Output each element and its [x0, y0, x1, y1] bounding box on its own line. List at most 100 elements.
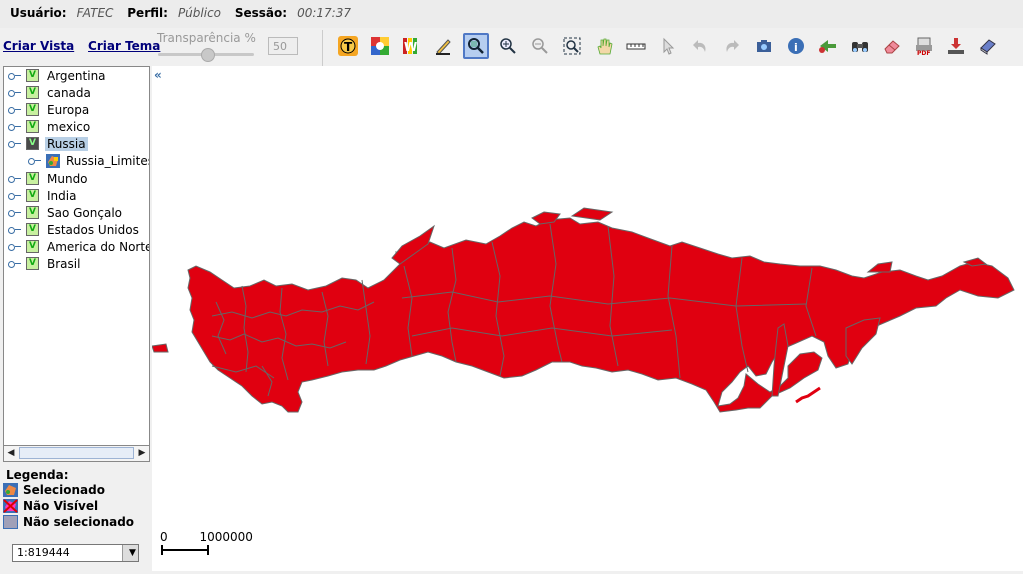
svg-text:W: W [404, 40, 417, 54]
pdf-button[interactable]: PDF [911, 33, 937, 59]
tree-node-label[interactable]: India [45, 189, 78, 203]
tree-node-label[interactable]: America do Norte [45, 240, 149, 254]
visibility-checkbox[interactable]: V [26, 240, 39, 253]
tree-node-label[interactable]: Mundo [45, 172, 90, 186]
tree-node-label[interactable]: mexico [45, 120, 92, 134]
visibility-checkbox[interactable]: V [26, 137, 39, 150]
tree-node-label[interactable]: Russia_Limites [64, 154, 149, 168]
russia-polygon [151, 207, 1015, 413]
tree-horizontal-scrollbar[interactable]: ◀ ▶ [3, 446, 150, 462]
node-connector-icon [8, 259, 21, 269]
create-theme-link[interactable]: Criar Tema [88, 39, 160, 53]
collapse-panel-icon[interactable]: « [154, 68, 162, 82]
download-button[interactable] [943, 33, 969, 59]
zoom-extent-button[interactable] [559, 33, 585, 59]
tree-node-russia[interactable]: V Russia [8, 135, 88, 152]
legend-label: Selecionado [23, 483, 105, 497]
zoom-select-icon [468, 38, 484, 54]
create-view-link[interactable]: Criar Vista [3, 39, 74, 53]
scroll-left-icon[interactable]: ◀ [5, 447, 17, 459]
scroll-thumb[interactable] [19, 447, 134, 459]
snapshot-button[interactable] [751, 33, 777, 59]
chevron-down-icon[interactable]: ▼ [122, 545, 138, 561]
tree-node-mundo[interactable]: V Mundo [8, 170, 90, 187]
visibility-checkbox[interactable]: V [26, 206, 39, 219]
transparency-slider-knob[interactable] [201, 48, 215, 62]
tree-node-label[interactable]: Argentina [45, 69, 108, 83]
map-svg [151, 207, 1015, 413]
profile-label: Perfil: [127, 6, 168, 20]
draw-button[interactable] [431, 33, 457, 59]
scroll-right-icon[interactable]: ▶ [136, 447, 148, 459]
svg-text:PDF: PDF [917, 50, 930, 56]
visibility-checkbox[interactable]: V [26, 69, 39, 82]
help-book-button[interactable] [975, 33, 1001, 59]
select-pointer-button[interactable] [655, 33, 681, 59]
erase-button[interactable] [879, 33, 905, 59]
not-visible-swatch-icon [3, 499, 18, 513]
tree-node-mexico[interactable]: V mexico [8, 118, 92, 135]
russia-mainland-shape [187, 217, 1015, 413]
undo-button[interactable] [687, 33, 713, 59]
visibility-checkbox[interactable]: V [26, 257, 39, 270]
tree-node-label[interactable]: Brasil [45, 257, 82, 271]
tree-node-label[interactable]: canada [45, 86, 93, 100]
node-connector-icon [8, 105, 21, 115]
scale-bar-end: 1000000 [199, 530, 253, 544]
node-connector-icon [8, 191, 21, 201]
info-button[interactable]: i [783, 33, 809, 59]
tree-node-label[interactable]: Sao Gonçalo [45, 206, 124, 220]
tree-node-label[interactable]: Russia [45, 136, 88, 151]
node-connector-icon [8, 208, 21, 218]
find-button[interactable] [847, 33, 873, 59]
visibility-checkbox[interactable]: V [26, 223, 39, 236]
zoom-out-button[interactable] [527, 33, 553, 59]
scale-bar: 0 1000000 [160, 530, 253, 555]
tree-node-canada[interactable]: V canada [8, 84, 93, 101]
zoom-out-icon [532, 38, 548, 54]
scale-select[interactable]: 1:819444 ▼ [12, 544, 139, 562]
node-connector-icon [8, 242, 21, 252]
visibility-checkbox[interactable]: V [26, 189, 39, 202]
zoom-in-button[interactable] [495, 33, 521, 59]
svg-text:T: T [344, 40, 353, 54]
session-bar: Usuário: FATEC Perfil: Público Sessão: 00:1… [0, 0, 1023, 28]
wms-icon: W [403, 38, 417, 54]
tree-node-argentina[interactable]: V Argentina [8, 67, 108, 84]
camera-icon [757, 40, 771, 52]
session-info: Usuário: FATEC Perfil: Público Sessão: 00:1… [10, 6, 361, 20]
node-connector-icon [28, 156, 41, 166]
tree-node-india[interactable]: V India [8, 187, 78, 204]
tree-node-russia-limites[interactable]: Russia_Limites [28, 152, 149, 169]
svg-text:i: i [794, 41, 798, 54]
map-toolbar: T W i PDF [335, 33, 1007, 61]
zoom-in-icon [500, 38, 516, 54]
tree-node-label[interactable]: Europa [45, 103, 91, 117]
transparency-input[interactable]: 50 [268, 37, 298, 55]
pan-button[interactable] [591, 33, 617, 59]
scale-bar-graphic [161, 545, 209, 555]
scale-value: 1:819444 [17, 546, 70, 559]
google-button[interactable] [367, 33, 393, 59]
view-links: Criar Vista Criar Tema [3, 39, 170, 53]
legend-item-not-visible: Não Visível [3, 499, 98, 513]
measure-button[interactable] [623, 33, 649, 59]
tree-node-america-do-norte[interactable]: V America do Norte [8, 238, 149, 255]
zoom-select-button[interactable] [463, 33, 489, 59]
legend-label: Não selecionado [23, 515, 135, 529]
visibility-checkbox[interactable]: V [26, 103, 39, 116]
tree-node-label[interactable]: Estados Unidos [45, 223, 141, 237]
visibility-checkbox[interactable]: V [26, 120, 39, 133]
wms-button[interactable]: W [399, 33, 425, 59]
redo-button[interactable] [719, 33, 745, 59]
theme-tool-button[interactable]: T [335, 33, 361, 59]
visibility-checkbox[interactable]: V [26, 172, 39, 185]
route-button[interactable] [815, 33, 841, 59]
map-canvas[interactable] [151, 66, 1023, 571]
tree-node-europa[interactable]: V Europa [8, 101, 91, 118]
selected-swatch-icon [3, 483, 18, 497]
tree-node-sao-goncalo[interactable]: V Sao Gonçalo [8, 204, 124, 221]
tree-node-brasil[interactable]: V Brasil [8, 255, 82, 272]
tree-node-estados-unidos[interactable]: V Estados Unidos [8, 221, 141, 238]
visibility-checkbox[interactable]: V [26, 86, 39, 99]
